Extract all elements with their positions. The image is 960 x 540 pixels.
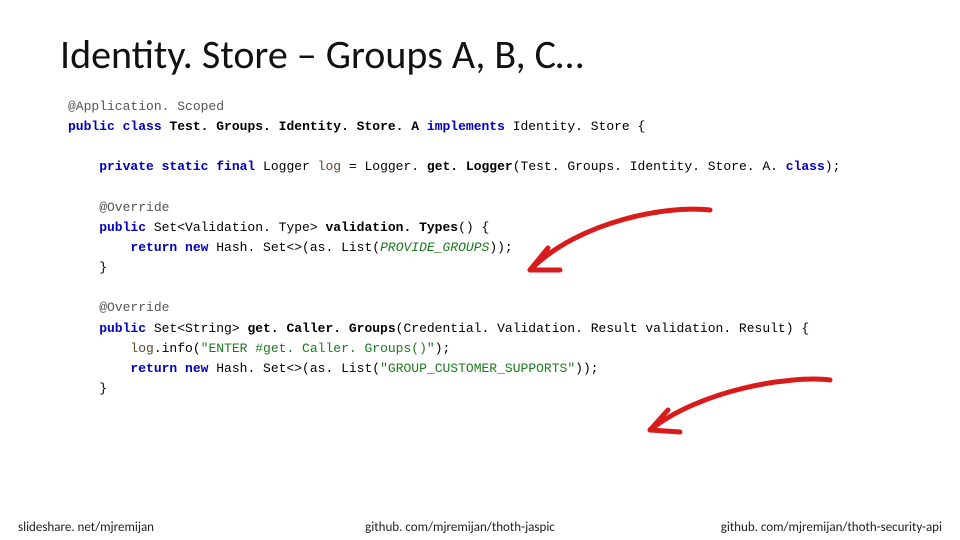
close2: )); bbox=[575, 361, 598, 376]
brace1: } bbox=[68, 260, 107, 275]
impl-type: Identity. Store { bbox=[505, 119, 645, 134]
type-logger: Logger bbox=[255, 159, 317, 174]
kw-return2: return bbox=[68, 361, 177, 376]
hashset1: Hash. Set<>( bbox=[208, 240, 309, 255]
const-provide-groups: PROVIDE_GROUPS bbox=[380, 240, 489, 255]
log-call: log bbox=[68, 341, 154, 356]
semi1: ); bbox=[825, 159, 841, 174]
footer-left: slideshare. net/mjremijan bbox=[0, 520, 240, 535]
ret-type1: Set<Validation. Type> bbox=[146, 220, 325, 235]
kw-public3: public bbox=[68, 321, 146, 336]
kw-class2: class bbox=[786, 159, 825, 174]
paren2: (Credential. Validation. Result validati… bbox=[396, 321, 809, 336]
method-getCallerGroups: get. Caller. Groups bbox=[247, 321, 395, 336]
class-name: Test. Groups. Identity. Store. A bbox=[162, 119, 427, 134]
kw-psf: private static final bbox=[68, 159, 255, 174]
brace2: } bbox=[68, 381, 107, 396]
paren1: () { bbox=[458, 220, 489, 235]
kw-public2: public bbox=[68, 220, 146, 235]
hashset2: Hash. Set<>( bbox=[208, 361, 309, 376]
eq: = Logger. bbox=[341, 159, 427, 174]
str-group-cs: "GROUP_CUSTOMER_SUPPORTS" bbox=[380, 361, 575, 376]
override1: @Override bbox=[68, 200, 169, 215]
str-enter: "ENTER #get. Caller. Groups()" bbox=[201, 341, 435, 356]
kw-new2: new bbox=[177, 361, 208, 376]
aslist2: as. List bbox=[310, 361, 372, 376]
method-validationTypes: validation. Types bbox=[325, 220, 458, 235]
kw-implements: implements bbox=[427, 119, 505, 134]
kw-class: class bbox=[123, 119, 162, 134]
getlogger-arg: (Test. Groups. Identity. Store. A. bbox=[513, 159, 786, 174]
code-block: @Application. Scoped public class Test. … bbox=[60, 97, 900, 399]
footer-mid: github. com/mjremijan/thoth-jaspic bbox=[240, 520, 680, 535]
override2: @Override bbox=[68, 300, 169, 315]
slide: Identity. Store – Groups A, B, C… @Appli… bbox=[0, 0, 960, 540]
footer-right: github. com/mjremijan/thoth-security-api bbox=[680, 520, 960, 535]
var-log: log bbox=[318, 159, 341, 174]
getlogger: get. Logger bbox=[427, 159, 513, 174]
kw-public: public bbox=[68, 119, 115, 134]
kw-new1: new bbox=[177, 240, 208, 255]
close1: )); bbox=[489, 240, 512, 255]
open1: ( bbox=[372, 240, 380, 255]
footer: slideshare. net/mjremijan github. com/mj… bbox=[0, 514, 960, 540]
open2: ( bbox=[372, 361, 380, 376]
kw-return1: return bbox=[68, 240, 177, 255]
ret-type2: Set<String> bbox=[146, 321, 247, 336]
page-title: Identity. Store – Groups A, B, C… bbox=[60, 30, 900, 79]
semi2: ); bbox=[435, 341, 451, 356]
aslist1: as. List bbox=[310, 240, 372, 255]
info: .info( bbox=[154, 341, 201, 356]
annotation-application-scoped: @Application. Scoped bbox=[68, 99, 224, 114]
